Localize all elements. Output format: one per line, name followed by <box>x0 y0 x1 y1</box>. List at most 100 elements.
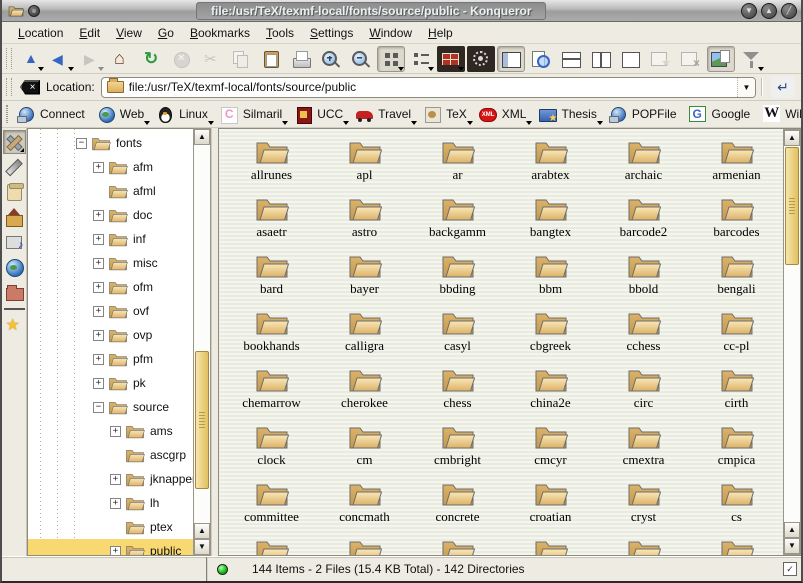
folder-item[interactable]: cmbright <box>411 422 504 479</box>
folder-item[interactable]: circ <box>597 365 690 422</box>
sidebar-root-folder-button[interactable] <box>3 280 26 304</box>
bookmark-web[interactable]: Web <box>92 104 149 125</box>
folder-item[interactable]: cirth <box>690 365 783 422</box>
sidebar-configure-button[interactable] <box>3 130 26 154</box>
tree-item-pk[interactable]: + pk <box>28 371 193 395</box>
menu-go[interactable]: Go <box>150 24 182 42</box>
folder-item[interactable] <box>411 536 504 555</box>
close-tab-button[interactable] <box>677 46 705 72</box>
folder-item[interactable]: chess <box>411 365 504 422</box>
folder-item[interactable]: backgamm <box>411 194 504 251</box>
folder-item[interactable]: archaic <box>597 137 690 194</box>
folder-item[interactable]: bengali <box>690 251 783 308</box>
zoom-out-button[interactable] <box>347 46 375 72</box>
tree-item-ovf[interactable]: + ovf <box>28 299 193 323</box>
bookmark-silmaril[interactable]: Silmaril <box>215 104 287 125</box>
folder-item[interactable]: arabtex <box>504 137 597 194</box>
location-dropdown-button[interactable]: ▼ <box>737 78 755 97</box>
tree-expander[interactable]: + <box>93 162 104 173</box>
folder-item[interactable]: allrunes <box>225 137 318 194</box>
icon-view-button[interactable] <box>377 46 405 72</box>
close-button[interactable]: ╱ <box>781 3 797 19</box>
scroll-track[interactable] <box>784 266 800 522</box>
scroll-down-button[interactable]: ▼ <box>784 538 800 554</box>
sticky-button[interactable] <box>28 5 40 17</box>
tree-item-ptex[interactable]: ptex <box>28 515 193 539</box>
folder-item[interactable]: barcodes <box>690 194 783 251</box>
bookmark-travel[interactable]: Travel <box>350 104 416 125</box>
folder-item[interactable]: cmpica <box>690 422 783 479</box>
folder-item[interactable]: bbm <box>504 251 597 308</box>
scroll-up-button[interactable]: ▲ <box>194 523 210 539</box>
scroll-down-button[interactable]: ▼ <box>194 539 210 555</box>
folder-item[interactable]: casyl <box>411 308 504 365</box>
tree-expander[interactable]: + <box>93 330 104 341</box>
sidebar-services-button[interactable] <box>3 230 26 254</box>
menu-location[interactable]: Location <box>10 24 71 42</box>
tree-expander[interactable]: + <box>110 498 121 509</box>
gear-button[interactable] <box>467 46 495 72</box>
folder-item[interactable]: apl <box>318 137 411 194</box>
scroll-thumb[interactable] <box>195 351 209 489</box>
folder-item[interactable]: astro <box>318 194 411 251</box>
forward-button[interactable] <box>77 46 105 72</box>
tree-item-ofm[interactable]: + ofm <box>28 275 193 299</box>
folder-item[interactable]: committee <box>225 479 318 536</box>
folder-item[interactable]: cs <box>690 479 783 536</box>
paste-button[interactable] <box>257 46 285 72</box>
tree-item-afm[interactable]: + afm <box>28 155 193 179</box>
print-button[interactable] <box>287 46 315 72</box>
folder-item[interactable] <box>318 536 411 555</box>
back-button[interactable] <box>47 46 75 72</box>
find-button[interactable] <box>527 46 555 72</box>
bricks-button[interactable] <box>437 46 465 72</box>
tree-expander[interactable]: − <box>76 138 87 149</box>
bookmark-wikipedia[interactable]: Wikipedia <box>757 104 803 125</box>
scroll-up-button[interactable]: ▲ <box>194 129 210 145</box>
bookmark-google[interactable]: Google <box>684 104 756 125</box>
bookmark-thesis[interactable]: Thesis <box>533 104 601 125</box>
tree-expander[interactable]: − <box>93 402 104 413</box>
folder-item[interactable]: cm <box>318 422 411 479</box>
filter-button[interactable] <box>737 46 765 72</box>
pane-splitter[interactable] <box>211 128 218 556</box>
tree-expander[interactable]: + <box>93 234 104 245</box>
tree-expander[interactable]: + <box>110 474 121 485</box>
folder-item[interactable]: cmextra <box>597 422 690 479</box>
folder-item[interactable]: chemarrow <box>225 365 318 422</box>
reload-button[interactable] <box>137 46 165 72</box>
folder-item[interactable] <box>504 536 597 555</box>
cut-button[interactable] <box>197 46 225 72</box>
tree-expander[interactable]: + <box>93 378 104 389</box>
tree-expander[interactable]: + <box>93 258 104 269</box>
tree-item-fonts[interactable]: − fonts <box>28 131 193 155</box>
menu-window[interactable]: Window <box>361 24 420 42</box>
sidebar-toggle-button[interactable] <box>497 46 525 72</box>
folder-item[interactable]: bbding <box>411 251 504 308</box>
folder-item[interactable]: bayer <box>318 251 411 308</box>
tree-item-jknappen[interactable]: + jknappen <box>28 467 193 491</box>
split-vertical-button[interactable] <box>587 46 615 72</box>
folder-item[interactable]: calligra <box>318 308 411 365</box>
tree-expander[interactable]: + <box>110 426 121 437</box>
location-input[interactable] <box>129 78 737 97</box>
main-scrollbar[interactable]: ▲ ▲ ▼ <box>783 129 801 555</box>
scroll-track[interactable] <box>194 145 210 350</box>
scroll-thumb[interactable] <box>785 147 799 265</box>
folder-item[interactable] <box>597 536 690 555</box>
stop-button[interactable] <box>167 46 195 72</box>
folder-item[interactable]: china2e <box>504 365 597 422</box>
tree-item-source[interactable]: − source <box>28 395 193 419</box>
folder-item[interactable]: concrete <box>411 479 504 536</box>
sidebar-history-button[interactable] <box>3 180 26 204</box>
tree-item-misc[interactable]: + misc <box>28 251 193 275</box>
menu-help[interactable]: Help <box>420 24 461 42</box>
tree-item-ovp[interactable]: + ovp <box>28 323 193 347</box>
toolbar-handle[interactable] <box>6 78 12 96</box>
folder-item[interactable] <box>225 536 318 555</box>
sidebar-bookmarks-edit-button[interactable] <box>3 155 26 179</box>
toolbar-handle[interactable] <box>6 48 12 68</box>
bookmark-popfile[interactable]: POPFile <box>604 104 682 125</box>
tree-item-doc[interactable]: + doc <box>28 203 193 227</box>
folder-item[interactable]: cchess <box>597 308 690 365</box>
